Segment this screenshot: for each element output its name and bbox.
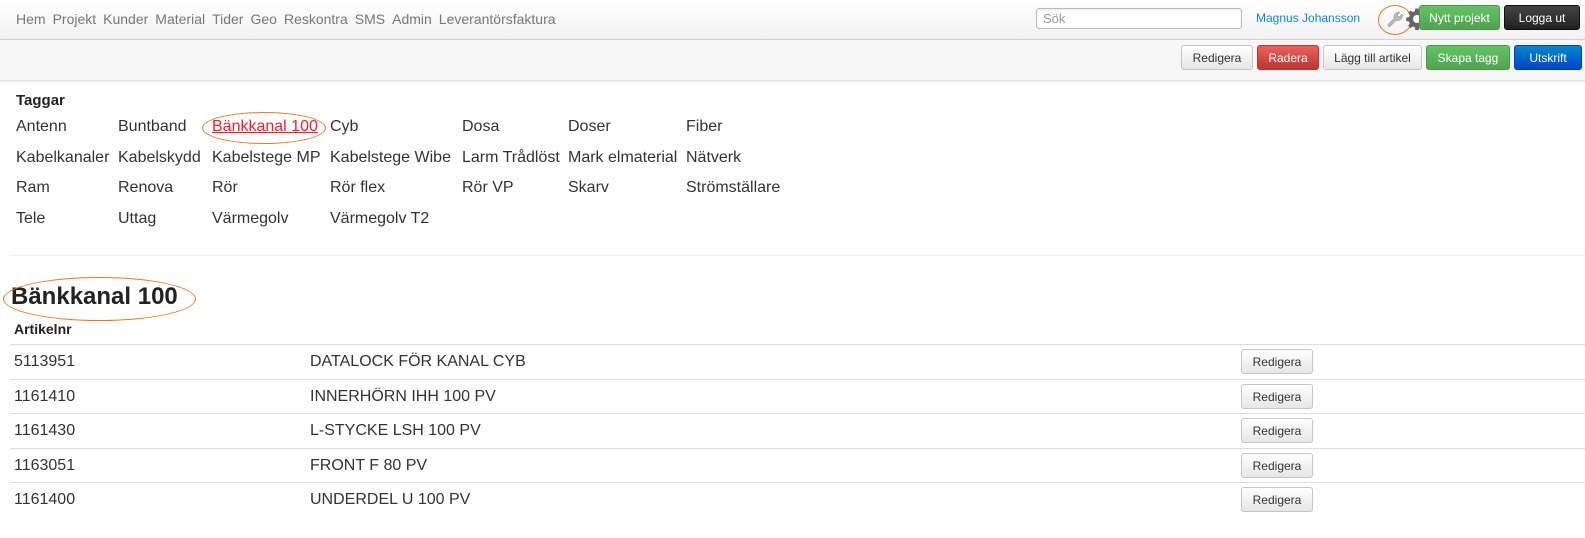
page-title: Bänkkanal 100 xyxy=(11,283,178,310)
nav-item-admin[interactable]: Admin xyxy=(392,11,432,27)
tag-antenn[interactable]: Antenn xyxy=(16,118,67,136)
nav-item-hem[interactable]: Hem xyxy=(16,11,46,27)
tag-ror[interactable]: Rör xyxy=(212,179,238,197)
tag-varmegolv-t2[interactable]: Värmegolv T2 xyxy=(330,210,429,228)
tag-varmegolv[interactable]: Värmegolv xyxy=(212,210,288,228)
article-description: L-STYCKE LSH 100 PV xyxy=(310,422,481,439)
article-number: 1161410 xyxy=(14,388,76,405)
user-name-link[interactable]: Magnus Johansson xyxy=(1256,11,1360,25)
add-article-button[interactable]: Lägg till artikel xyxy=(1323,45,1422,70)
tag-buntband[interactable]: Buntband xyxy=(118,118,187,136)
nav-item-leverantorsfaktura[interactable]: Leverantörsfaktura xyxy=(439,11,556,27)
tag-natverk[interactable]: Nätverk xyxy=(686,149,741,167)
new-project-button[interactable]: Nytt projekt xyxy=(1419,5,1500,30)
top-navbar: Hem Projekt Kunder Material Tider Geo Re… xyxy=(0,0,1585,40)
create-tag-button[interactable]: Skapa tagg xyxy=(1426,45,1510,70)
tag-fiber[interactable]: Fiber xyxy=(686,118,722,136)
tag-dosa[interactable]: Dosa xyxy=(462,118,499,136)
tag-kabelskydd[interactable]: Kabelskydd xyxy=(118,149,201,167)
tag-ror-vp[interactable]: Rör VP xyxy=(462,179,514,197)
tag-tele[interactable]: Tele xyxy=(16,210,45,228)
nav-item-geo[interactable]: Geo xyxy=(250,11,276,27)
tag-ror-flex[interactable]: Rör flex xyxy=(330,179,385,197)
nav-item-sms[interactable]: SMS xyxy=(355,11,385,27)
tag-skarv[interactable]: Skarv xyxy=(568,179,609,197)
nav-item-reskontra[interactable]: Reskontra xyxy=(284,11,348,27)
tag-uttag[interactable]: Uttag xyxy=(118,210,156,228)
article-description: DATALOCK FÖR KANAL CYB xyxy=(310,353,526,370)
tag-cyb[interactable]: Cyb xyxy=(330,118,358,136)
search-input[interactable] xyxy=(1036,8,1242,29)
table-row: 5113951 DATALOCK FÖR KANAL CYB Redigera xyxy=(10,344,1585,379)
article-number: 1161400 xyxy=(14,491,76,508)
article-number: 5113951 xyxy=(14,353,76,370)
edit-row-button[interactable]: Redigera xyxy=(1241,487,1313,512)
nav-item-kunder[interactable]: Kunder xyxy=(103,11,148,27)
edit-row-button[interactable]: Redigera xyxy=(1241,453,1313,478)
article-description: FRONT F 80 PV xyxy=(310,457,428,474)
table-row: 1161410 INNERHÖRN IHH 100 PV Redigera xyxy=(10,379,1585,414)
tag-kabelkanaler[interactable]: Kabelkanaler xyxy=(16,149,109,167)
divider xyxy=(10,255,1585,256)
article-number: 1163051 xyxy=(14,457,76,474)
table-row: 1163051 FRONT F 80 PV Redigera xyxy=(10,448,1585,483)
table-row: 1161400 UNDERDEL U 100 PV Redigera xyxy=(10,482,1585,517)
article-number: 1161430 xyxy=(14,422,76,439)
nav-item-tider[interactable]: Tider xyxy=(212,11,243,27)
tag-renova[interactable]: Renova xyxy=(118,179,173,197)
table-row: 1161430 L-STYCKE LSH 100 PV Redigera xyxy=(10,413,1585,448)
edit-row-button[interactable]: Redigera xyxy=(1241,349,1313,374)
tag-larm-tradlost[interactable]: Larm Trådlöst xyxy=(462,149,560,167)
tag-mark-elmaterial[interactable]: Mark elmaterial xyxy=(568,149,677,167)
tags-title: Taggar xyxy=(16,92,65,109)
edit-tag-button[interactable]: Redigera xyxy=(1181,45,1253,70)
logout-button[interactable]: Logga ut xyxy=(1504,5,1580,30)
article-description: UNDERDEL U 100 PV xyxy=(310,491,471,508)
main-nav: Hem Projekt Kunder Material Tider Geo Re… xyxy=(16,11,556,27)
edit-row-button[interactable]: Redigera xyxy=(1241,418,1313,443)
tag-bankkanal-100[interactable]: Bänkkanal 100 xyxy=(212,118,318,136)
nav-item-projekt[interactable]: Projekt xyxy=(53,11,97,27)
edit-row-button[interactable]: Redigera xyxy=(1241,384,1313,409)
tag-doser[interactable]: Doser xyxy=(568,118,611,136)
action-toolbar: Redigera Radera Lägg till artikel Skapa … xyxy=(0,40,1585,81)
tag-kabelstege-mp[interactable]: Kabelstege MP xyxy=(212,149,321,167)
nav-item-material[interactable]: Material xyxy=(155,11,205,27)
tag-ram[interactable]: Ram xyxy=(16,179,50,197)
tag-stromstallare[interactable]: Strömställare xyxy=(686,179,780,197)
delete-button[interactable]: Radera xyxy=(1257,45,1319,70)
column-header-artikelnr: Artikelnr xyxy=(14,321,72,337)
tag-kabelstege-wibe[interactable]: Kabelstege Wibe xyxy=(330,149,451,167)
article-description: INNERHÖRN IHH 100 PV xyxy=(310,388,496,405)
print-button[interactable]: Utskrift xyxy=(1514,45,1582,70)
